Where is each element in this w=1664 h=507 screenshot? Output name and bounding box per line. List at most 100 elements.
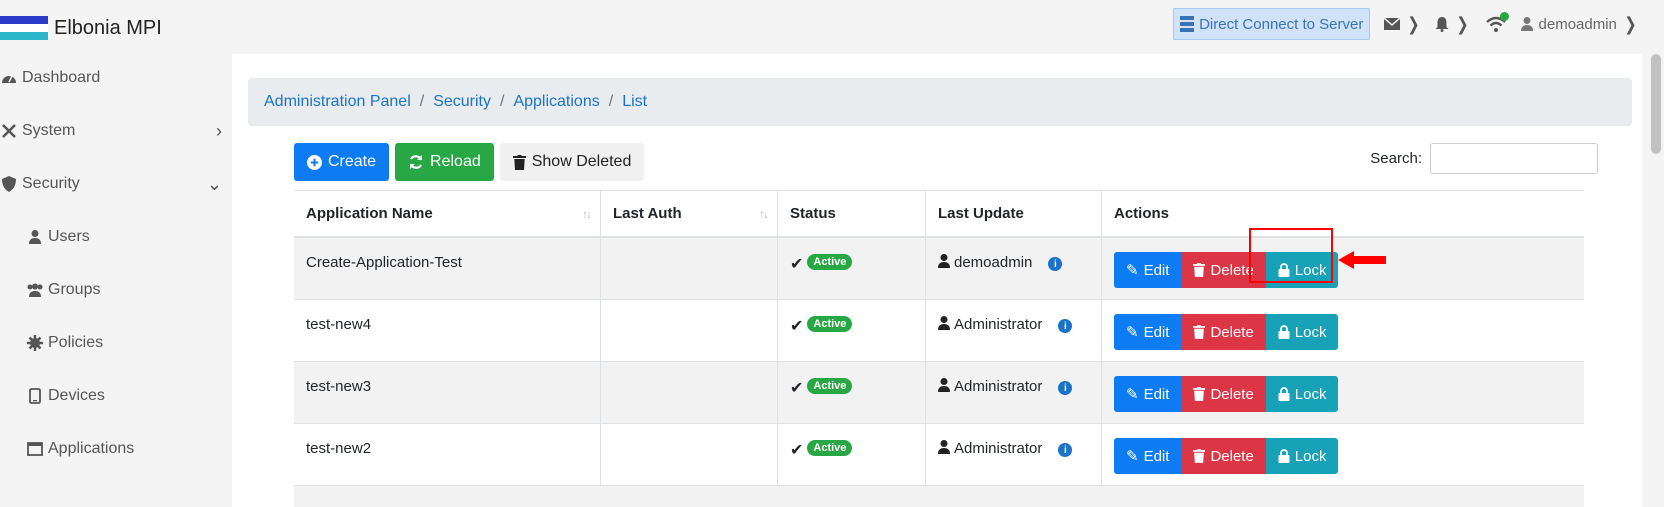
delete-button[interactable]: Delete xyxy=(1181,252,1266,288)
column-header-last-auth[interactable]: Last Auth ↑↓ xyxy=(601,191,778,236)
lock-label: Lock xyxy=(1294,323,1327,341)
reload-button[interactable]: Reload xyxy=(395,143,494,181)
last-update-user: Administrator xyxy=(954,316,1043,333)
cell-last-auth xyxy=(601,362,778,423)
edit-label: Edit xyxy=(1143,447,1170,465)
wifi-icon xyxy=(1485,12,1509,33)
lock-icon xyxy=(1278,263,1290,277)
delete-label: Delete xyxy=(1210,447,1254,465)
scrollbar[interactable] xyxy=(1648,54,1664,507)
edit-label: Edit xyxy=(1143,261,1170,279)
check-icon: ✔ xyxy=(790,318,804,335)
edit-label: Edit xyxy=(1143,385,1170,403)
window-icon xyxy=(26,440,44,458)
breadcrumb-separator: / xyxy=(419,93,425,110)
tablet-icon xyxy=(26,387,44,405)
column-header-actions: Actions xyxy=(1102,191,1584,236)
breadcrumb-security[interactable]: Security xyxy=(433,93,491,111)
user-menu[interactable]: demoadmin ❯ xyxy=(1520,13,1638,35)
notifications-menu[interactable]: ❯ xyxy=(1435,14,1470,35)
chevron-right-icon: ❯ xyxy=(1456,13,1470,34)
show-deleted-label: Show Deleted xyxy=(531,153,632,170)
flag-logo xyxy=(0,16,48,40)
breadcrumb: Administration Panel / Security / Applic… xyxy=(248,78,1632,126)
info-icon[interactable]: i xyxy=(1058,443,1073,457)
cell-last-update: Administrator i xyxy=(926,362,1102,423)
lock-button[interactable]: Lock xyxy=(1265,376,1339,412)
top-right-nav: Direct Connect to Server ❯ ❯ demoadmin ❯ xyxy=(1173,8,1638,40)
breadcrumb-separator: / xyxy=(608,93,614,110)
column-header-last-update: Last Update xyxy=(926,191,1102,236)
table-header: Application Name ↑↓ Last Auth ↑↓ Status … xyxy=(294,190,1584,238)
edit-button[interactable]: ✎ Edit xyxy=(1114,438,1182,474)
sidebar-item-users[interactable]: Users xyxy=(26,219,232,255)
pencil-icon: ✎ xyxy=(1126,262,1139,279)
user-icon xyxy=(1520,17,1533,31)
shield-icon xyxy=(0,175,18,193)
breadcrumb-administration-panel[interactable]: Administration Panel xyxy=(264,93,411,111)
search-input[interactable] xyxy=(1430,143,1598,174)
cell-last-auth xyxy=(601,424,778,485)
cell-last-update: demoadmin i xyxy=(926,238,1102,299)
chevron-right-icon: › xyxy=(216,120,222,141)
sidebar-item-security[interactable]: Security ⌄ xyxy=(0,166,232,202)
cell-actions: ✎ Edit Delete Lock xyxy=(1102,362,1584,423)
brand[interactable]: Elbonia MPI xyxy=(0,16,162,40)
delete-label: Delete xyxy=(1210,261,1254,279)
cell-last-update: Administrator i xyxy=(926,300,1102,361)
connection-status[interactable] xyxy=(1485,12,1509,33)
username: demoadmin xyxy=(1538,15,1617,33)
mail-menu[interactable]: ❯ xyxy=(1384,14,1421,35)
sort-icon[interactable]: ↑↓ xyxy=(759,207,769,221)
delete-button[interactable]: Delete xyxy=(1181,438,1266,474)
show-deleted-button[interactable]: Show Deleted xyxy=(499,143,645,181)
sort-icon[interactable]: ↑↓ xyxy=(582,207,592,221)
table-row: Create-Application-Test ✔ Active demoadm… xyxy=(294,238,1584,300)
delete-button[interactable]: Delete xyxy=(1181,376,1266,412)
breadcrumb-applications[interactable]: Applications xyxy=(513,93,599,111)
online-status-dot xyxy=(1499,12,1509,21)
breadcrumb-list[interactable]: List xyxy=(622,93,647,111)
lock-icon xyxy=(1278,449,1290,463)
cell-last-update: Administrator i xyxy=(926,424,1102,485)
cell-status: ✔ Active xyxy=(778,238,926,299)
lock-label: Lock xyxy=(1294,447,1327,465)
column-header-application-name[interactable]: Application Name ↑↓ xyxy=(294,191,601,236)
create-button[interactable]: Create xyxy=(294,143,390,181)
sidebar-item-system[interactable]: System › xyxy=(0,113,232,149)
lock-label: Lock xyxy=(1294,385,1327,403)
sidebar-item-dashboard[interactable]: Dashboard xyxy=(0,60,232,96)
chevron-right-icon: ❯ xyxy=(1624,13,1637,34)
column-label: Application Name xyxy=(306,205,433,222)
sidebar-item-groups[interactable]: Groups xyxy=(26,272,232,308)
edit-button[interactable]: ✎ Edit xyxy=(1114,376,1182,412)
edit-button[interactable]: ✎ Edit xyxy=(1114,314,1182,350)
lock-button[interactable]: Lock xyxy=(1265,438,1339,474)
cell-status: ✔ Active xyxy=(778,362,926,423)
cell-last-auth xyxy=(601,238,778,299)
trash-icon xyxy=(512,154,526,170)
lock-button[interactable]: Lock xyxy=(1265,252,1339,288)
info-icon[interactable]: i xyxy=(1058,319,1073,333)
main-content: Administration Panel / Security / Applic… xyxy=(232,54,1642,507)
delete-button[interactable]: Delete xyxy=(1181,314,1266,350)
scrollbar-thumb[interactable] xyxy=(1651,54,1661,154)
lock-button[interactable]: Lock xyxy=(1265,314,1339,350)
breadcrumb-separator: / xyxy=(500,93,505,110)
sidebar-item-label: Policies xyxy=(48,334,104,351)
trash-icon xyxy=(1193,387,1206,401)
create-label: Create xyxy=(328,153,377,170)
edit-button[interactable]: ✎ Edit xyxy=(1114,252,1182,288)
tools-icon xyxy=(0,122,18,140)
direct-connect-button[interactable]: Direct Connect to Server xyxy=(1173,8,1371,40)
cell-application-name: Create-Application-Test xyxy=(294,238,601,299)
info-icon[interactable]: i xyxy=(1048,257,1063,271)
status-badge: Active xyxy=(807,254,853,270)
gear-icon xyxy=(26,334,44,352)
dashboard-icon xyxy=(0,69,18,87)
status-badge: Active xyxy=(807,440,853,456)
sidebar-item-applications[interactable]: Applications xyxy=(26,431,232,467)
sidebar-item-policies[interactable]: Policies xyxy=(26,325,232,361)
sidebar-item-devices[interactable]: Devices xyxy=(26,378,232,414)
info-icon[interactable]: i xyxy=(1058,381,1073,395)
